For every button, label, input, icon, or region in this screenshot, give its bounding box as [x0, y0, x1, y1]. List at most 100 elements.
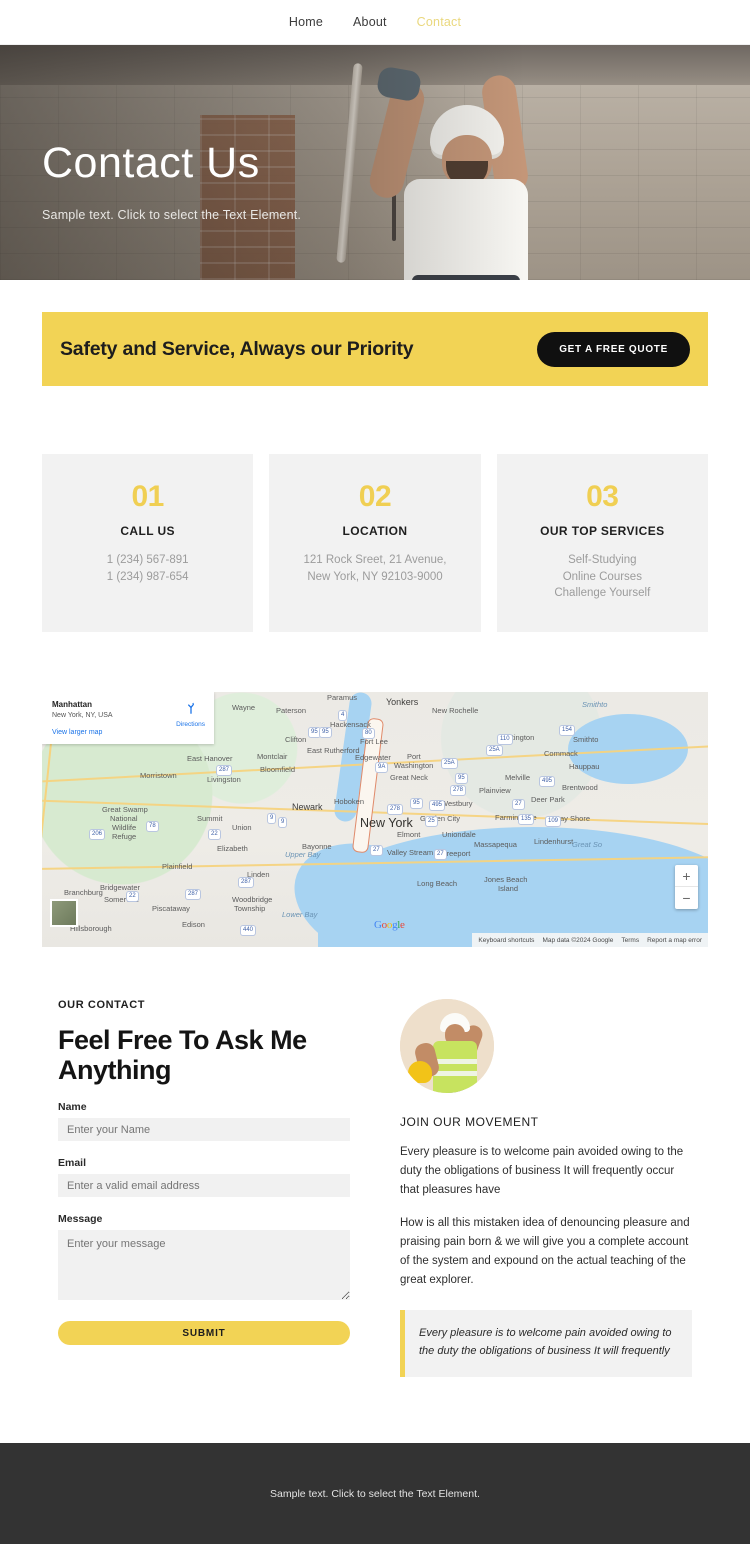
get-a-free-quote-button[interactable]: GET A FREE QUOTE	[537, 331, 690, 367]
map-report-error-link[interactable]: Report a map error	[647, 937, 702, 944]
map-keyboard-shortcuts-link[interactable]: Keyboard shortcuts	[478, 937, 534, 944]
map-label: Upper Bay	[285, 850, 321, 860]
hero-section: Contact Us Sample text. Click to select …	[0, 45, 750, 280]
map-highway-shield: 287	[216, 765, 233, 777]
google-map[interactable]: New York Newark Yonkers Hoboken Paterson Wayn…	[42, 692, 708, 948]
map-highway-shield: 95	[410, 798, 423, 810]
hero-title: Contact Us	[42, 139, 260, 187]
map-label: Edgewater	[355, 753, 391, 763]
card-number: 02	[358, 480, 392, 513]
nav-item-home[interactable]: Home	[289, 15, 323, 29]
card-line: 1 (234) 567-891	[106, 554, 189, 566]
map-highway-shield: 27	[512, 799, 525, 811]
map-zoom-in-button[interactable]: +	[675, 865, 698, 888]
info-cards-section: 01 CALL US 1 (234) 567-891 1 (234) 987-6…	[0, 386, 750, 633]
street-view-thumbnail[interactable]	[50, 899, 78, 928]
map-highway-shield: 25A	[441, 758, 458, 770]
card-title: LOCATION	[342, 524, 408, 538]
map-label: East Hanover	[187, 754, 233, 764]
map-highway-shield: 9	[267, 813, 277, 825]
main-navigation: Home About Contact	[0, 0, 750, 45]
map-highway-shield: 9	[278, 817, 288, 829]
map-highway-shield: 78	[146, 821, 159, 833]
email-input[interactable]	[58, 1174, 350, 1198]
map-label: Branchburg	[64, 888, 103, 898]
map-label: Smithto	[573, 735, 599, 745]
map-info-card: Manhattan New York, NY, USA View larger …	[42, 692, 214, 745]
map-label: Great Neck	[390, 773, 428, 783]
email-label: Email	[58, 1157, 87, 1170]
map-label: New York	[360, 816, 413, 831]
map-label: Port	[407, 752, 421, 762]
map-label: Commack	[544, 749, 578, 759]
map-highway-shield: 154	[559, 725, 576, 737]
hero-subtitle: Sample text. Click to select the Text El…	[42, 208, 302, 223]
contact-form-column: OUR CONTACT Feel Free To Ask Me Anything…	[58, 999, 350, 1377]
map-label: Clifton	[285, 735, 307, 745]
submit-button[interactable]: SUBMIT	[58, 1321, 350, 1346]
map-label: Elizabeth	[217, 844, 248, 854]
map-section: New York Newark Yonkers Hoboken Paterson Wayn…	[0, 632, 750, 948]
map-highway-shield: 287	[185, 889, 202, 901]
map-highway-shield: 27	[434, 849, 447, 861]
card-line: New York, NY 92103-9000	[307, 570, 443, 583]
map-highway-shield: 95	[455, 773, 468, 785]
map-label: Union	[232, 823, 252, 833]
card-title: CALL US	[120, 524, 175, 538]
map-zoom-out-button[interactable]: −	[675, 887, 698, 909]
map-highway-shield: 80	[362, 728, 375, 740]
map-label: New Rochelle	[432, 706, 479, 716]
map-highway-shield: 287	[238, 877, 255, 889]
card-line: 1 (234) 987-654	[106, 570, 189, 583]
map-highway-shield: 278	[387, 804, 404, 816]
email-field-group: Email	[58, 1157, 350, 1198]
map-label: Brentwood	[562, 783, 598, 793]
card-title: OUR TOP SERVICES	[540, 524, 665, 538]
map-label: Livingston	[207, 775, 241, 785]
blockquote: Every pleasure is to welcome pain avoide…	[400, 1309, 692, 1378]
map-directions-button[interactable]: Directions	[176, 701, 205, 728]
info-card-location: 02 LOCATION 121 Rock Sreet, 21 Avenue, N…	[269, 454, 481, 633]
nav-item-contact[interactable]: Contact	[417, 15, 461, 29]
card-number: 01	[131, 480, 164, 513]
nav-item-about[interactable]: About	[353, 15, 387, 29]
map-data-attribution: Map data ©2024 Google	[542, 936, 614, 944]
map-label: Plainfield	[162, 862, 193, 872]
message-textarea[interactable]	[58, 1230, 350, 1301]
name-input[interactable]	[58, 1118, 350, 1142]
map-label: Great So	[572, 840, 603, 850]
contact-eyebrow: OUR CONTACT	[58, 999, 146, 1012]
contact-info-column: JOIN OUR MOVEMENT Every pleasure is to w…	[400, 999, 692, 1378]
map-label: Township	[234, 904, 266, 914]
card-line: Challenge Yourself	[554, 587, 651, 600]
map-label: Valley Stream	[387, 848, 434, 858]
map-label: Wildlife	[112, 823, 137, 833]
name-field-group: Name	[58, 1101, 350, 1142]
map-label: Summit	[197, 814, 223, 824]
google-logo: Google	[374, 919, 405, 932]
map-label: Deer Park	[531, 795, 565, 805]
map-highway-shield: 278	[450, 785, 467, 797]
card-number: 03	[586, 480, 619, 513]
avatar	[400, 999, 494, 1094]
map-terms-link[interactable]: Terms	[621, 937, 639, 944]
map-label: Elmont	[397, 830, 421, 840]
map-label: Bloomfield	[260, 765, 296, 775]
map-highway-shield: 9A	[375, 762, 389, 774]
map-label: Paterson	[276, 706, 307, 716]
map-label: Island	[498, 884, 519, 894]
map-directions-label: Directions	[176, 721, 205, 729]
map-label: Uniondale	[442, 830, 476, 840]
map-label: Montclair	[257, 752, 288, 762]
directions-icon	[187, 702, 194, 714]
map-highway-shield: 495	[539, 776, 556, 788]
map-highway-shield: 110	[497, 734, 513, 746]
cta-banner-section: Safety and Service, Always our Priority …	[0, 280, 750, 386]
map-highway-shield: 109	[545, 816, 562, 828]
view-larger-map-link[interactable]: View larger map	[52, 729, 204, 736]
map-label: Melville	[505, 773, 531, 783]
map-highway-shield: 22	[126, 891, 139, 903]
map-highway-shield: 495	[429, 800, 446, 812]
map-label: Plainview	[479, 786, 511, 796]
map-label: Lindenhurst	[534, 837, 574, 847]
